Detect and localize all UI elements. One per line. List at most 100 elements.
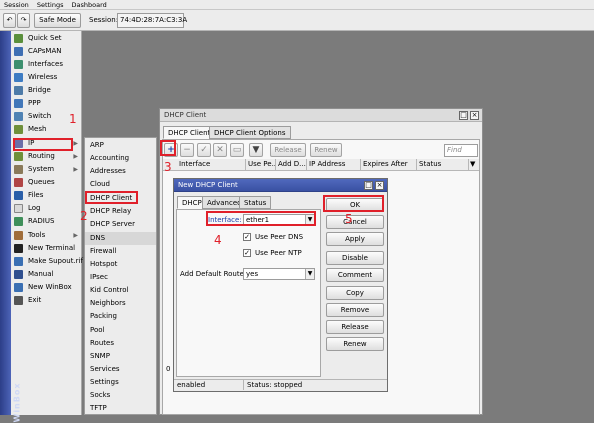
toolbar: ↶ ↷ Safe Mode Session: 74:4D:28:7A:C3:3A <box>0 10 594 31</box>
comment-icon[interactable]: ▭ <box>230 143 244 157</box>
submenu-item-tftp[interactable]: TFTP <box>85 402 156 415</box>
sidebar-item-interfaces[interactable]: Interfaces <box>12 58 82 71</box>
submenu-item-snmp[interactable]: SNMP <box>85 350 156 363</box>
submenu-item-kid-control[interactable]: Kid Control <box>85 284 156 297</box>
submenu-item-neighbors[interactable]: Neighbors <box>85 297 156 310</box>
sidebar-item-system[interactable]: System ▶ <box>12 163 82 176</box>
winbox-brand: WinBox <box>12 382 22 423</box>
highlight-dhcp-client <box>85 191 138 204</box>
renew-button[interactable]: Renew <box>310 143 342 157</box>
col-add-default[interactable]: Add D... <box>276 159 307 171</box>
sidebar-item-new-terminal[interactable]: New Terminal <box>12 242 82 255</box>
switch-icon <box>14 112 23 121</box>
sidebar-item-new-winbox[interactable]: New WinBox <box>12 281 82 294</box>
comment-button[interactable]: Comment <box>326 268 384 282</box>
menu-settings[interactable]: Settings <box>33 0 68 9</box>
submenu-arrow-icon: ▶ <box>73 232 78 239</box>
disable-button[interactable]: Disable <box>326 251 384 265</box>
cancel-button[interactable]: Cancel <box>326 215 384 229</box>
submenu-item-cloud[interactable]: Cloud <box>85 178 156 191</box>
highlight-add <box>160 140 176 156</box>
submenu-item-accounting[interactable]: Accounting <box>85 152 156 165</box>
chevron-down-icon[interactable]: ▼ <box>305 269 314 279</box>
submenu-item-services[interactable]: Services <box>85 363 156 376</box>
tab-status[interactable]: Status <box>239 196 272 209</box>
wireless-icon <box>14 73 23 82</box>
submenu-item-routes[interactable]: Routes <box>85 337 156 350</box>
use-peer-dns-label: Use Peer DNS <box>255 233 304 241</box>
submenu-item-arp[interactable]: ARP <box>85 139 156 152</box>
sidebar-item-tools[interactable]: Tools ▶ <box>12 229 82 242</box>
undo-icon[interactable]: ↶ <box>3 13 16 28</box>
session-label: Session: <box>89 16 119 24</box>
submenu-item-addresses[interactable]: Addresses <box>85 165 156 178</box>
use-peer-ntp-checkbox[interactable]: ✓ <box>243 249 251 257</box>
menu-session[interactable]: Session <box>0 0 33 9</box>
menu-dashboard[interactable]: Dashboard <box>67 0 110 9</box>
use-peer-dns-checkbox[interactable]: ✓ <box>243 233 251 241</box>
sidebar-item-log[interactable]: Log <box>12 202 82 215</box>
restore-icon[interactable]: □ <box>459 111 468 120</box>
add-default-route-select[interactable]: yes ▼ <box>243 268 315 280</box>
sidebar-item-bridge[interactable]: Bridge <box>12 84 82 97</box>
find-input[interactable]: Find <box>444 144 478 157</box>
submenu-item-dns[interactable]: DNS <box>85 232 156 245</box>
release-button[interactable]: Release <box>326 320 384 334</box>
close-icon[interactable]: × <box>375 181 384 190</box>
interfaces-icon <box>14 60 23 69</box>
enable-icon[interactable]: ✓ <box>197 143 211 157</box>
quick-set-icon <box>14 34 23 43</box>
sidebar-item-quick-set[interactable]: Quick Set <box>12 32 82 45</box>
highlight-ok <box>323 195 384 212</box>
routing-icon <box>14 152 23 161</box>
submenu-item-dhcp-server[interactable]: DHCP Server <box>85 218 156 231</box>
sidebar-item-radius[interactable]: RADIUS <box>12 215 82 228</box>
close-icon[interactable]: × <box>470 111 479 120</box>
apply-button[interactable]: Apply <box>326 232 384 246</box>
submenu-item-settings[interactable]: Settings <box>85 376 156 389</box>
submenu-item-dhcp-relay[interactable]: DHCP Relay <box>85 205 156 218</box>
tab-dhcp-client-options[interactable]: DHCP Client Options <box>209 126 291 139</box>
redo-icon[interactable]: ↷ <box>17 13 30 28</box>
renew-button[interactable]: Renew <box>326 337 384 351</box>
col-expires-after[interactable]: Expires After <box>361 159 417 171</box>
submenu-item-hotspot[interactable]: Hotspot <box>85 258 156 271</box>
restore-icon[interactable]: □ <box>364 181 373 190</box>
sidebar-item-make-supout[interactable]: Make Supout.rif <box>12 255 83 268</box>
submenu-item-firewall[interactable]: Firewall <box>85 245 156 258</box>
add-default-route-label: Add Default Route: <box>180 270 247 278</box>
sidebar-item-routing[interactable]: Routing ▶ <box>12 150 82 163</box>
submenu-item-packing[interactable]: Packing <box>85 310 156 323</box>
annotation-5: 5 <box>345 212 353 226</box>
session-field[interactable]: 74:4D:28:7A:C3:3A <box>117 13 187 28</box>
col-status[interactable]: Status <box>417 159 469 171</box>
sidebar-item-ppp[interactable]: PPP <box>12 97 82 110</box>
tab-dhcp-client[interactable]: DHCP Client <box>163 126 216 139</box>
col-interface[interactable]: Interface <box>177 159 246 171</box>
col-ip-address[interactable]: IP Address <box>307 159 361 171</box>
col-use-peer[interactable]: Use Pe... <box>246 159 276 171</box>
submenu-item-socks[interactable]: Socks <box>85 389 156 402</box>
remove-button[interactable]: Remove <box>326 303 384 317</box>
annotation-3: 3 <box>164 160 172 174</box>
sidebar-item-capsman[interactable]: CAPsMAN <box>12 45 82 58</box>
sidebar-item-exit[interactable]: Exit <box>12 294 82 307</box>
submenu-arrow-icon: ▶ <box>73 166 78 173</box>
sidebar-item-files[interactable]: Files <box>12 189 82 202</box>
submenu-arrow-icon: ▶ <box>73 140 78 147</box>
safe-mode-button[interactable]: Safe Mode <box>34 13 81 28</box>
sidebar-item-wireless[interactable]: Wireless <box>12 71 82 84</box>
annotation-1: 1 <box>69 112 77 126</box>
manual-icon <box>14 270 23 279</box>
submenu-item-pool[interactable]: Pool <box>85 324 156 337</box>
column-menu-icon[interactable]: ▼ <box>470 160 475 168</box>
sidebar-item-queues[interactable]: Queues <box>12 176 82 189</box>
disable-icon[interactable]: ✕ <box>213 143 227 157</box>
copy-button[interactable]: Copy <box>326 286 384 300</box>
remove-icon[interactable]: − <box>180 143 194 157</box>
radius-icon <box>14 217 23 226</box>
release-button[interactable]: Release <box>270 143 306 157</box>
filter-icon[interactable]: ▼ <box>249 143 263 157</box>
submenu-item-ipsec[interactable]: IPsec <box>85 271 156 284</box>
sidebar-item-manual[interactable]: Manual <box>12 268 82 281</box>
